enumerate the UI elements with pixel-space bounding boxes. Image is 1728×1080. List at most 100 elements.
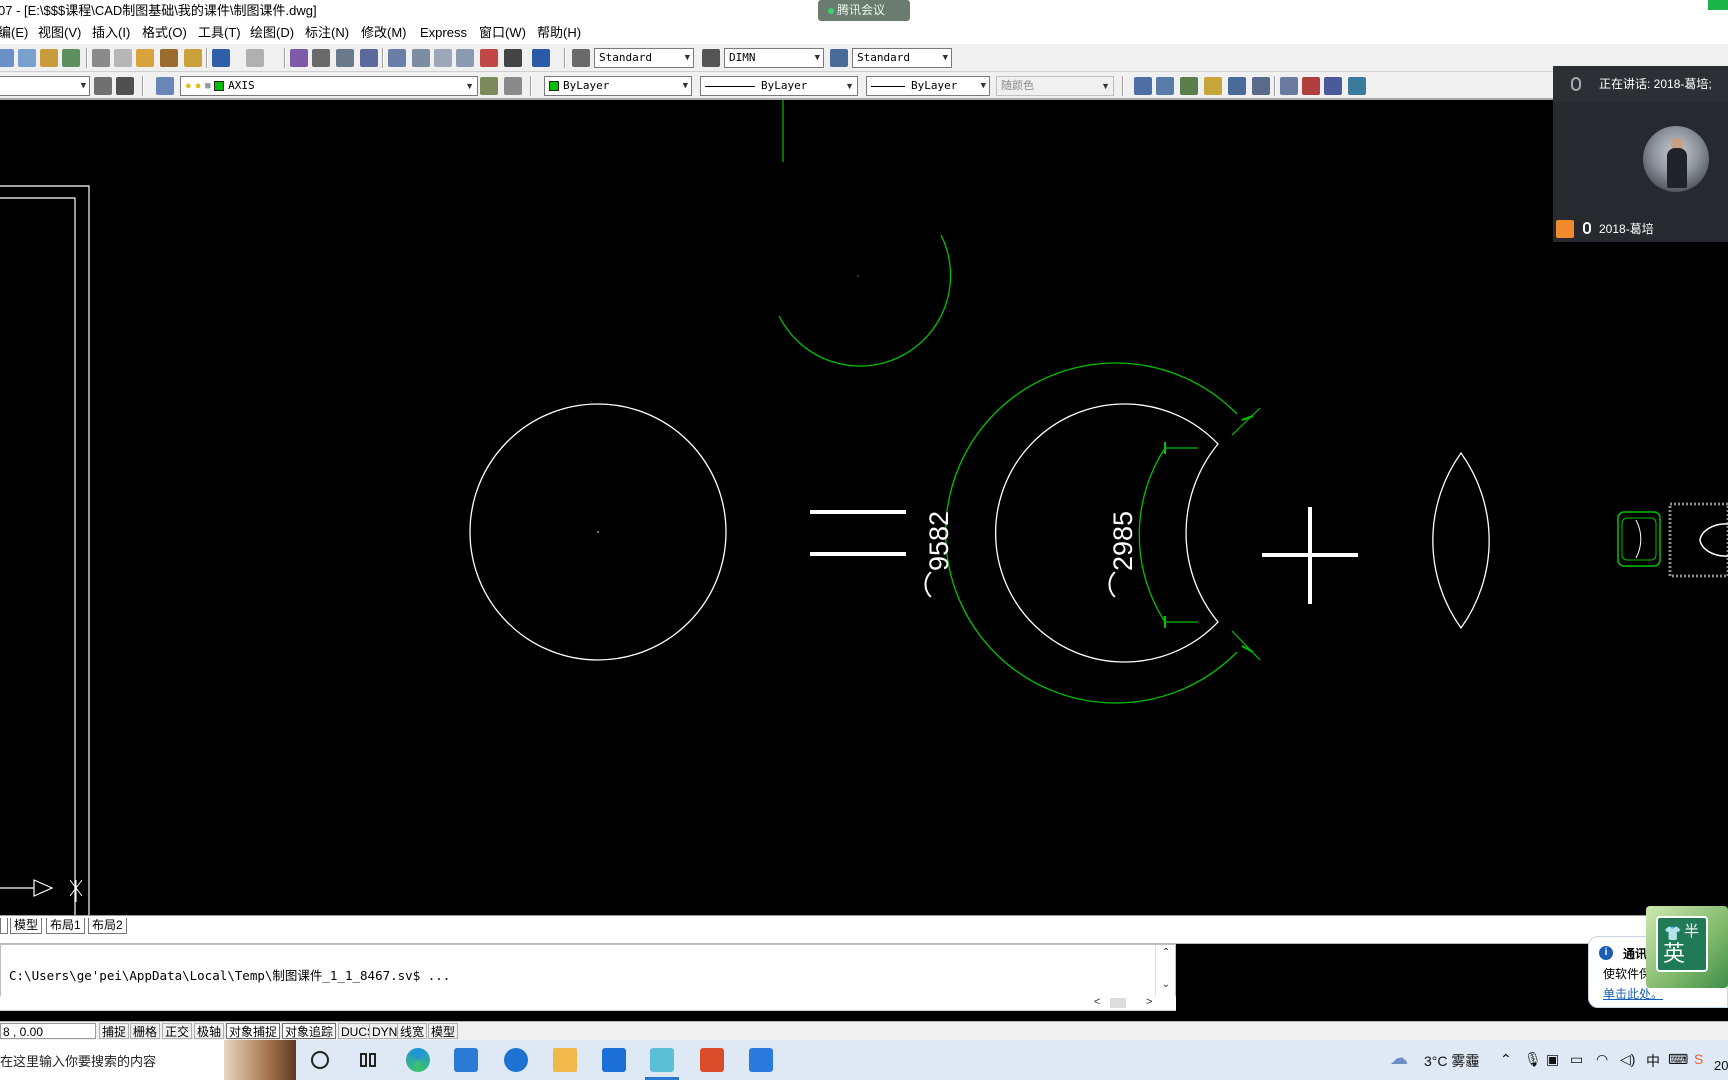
layer-manager-icon[interactable] [156, 77, 174, 95]
meeting-video-panel[interactable]: 正在讲话: 2018-葛培; 2018-葛培 [1553, 66, 1728, 242]
tab-layout1[interactable]: 布局1 [46, 918, 85, 934]
layer-tool-9-icon[interactable] [1324, 77, 1342, 95]
clock[interactable]: 202 [1714, 1058, 1728, 1073]
ime-indicator[interactable]: 中 [1646, 1051, 1660, 1071]
menu-dimension[interactable]: 标注(N) [305, 22, 349, 44]
save-icon[interactable] [18, 49, 36, 67]
block-editor-icon[interactable] [184, 49, 202, 67]
open-icon[interactable] [0, 49, 14, 67]
menu-draw[interactable]: 绘图(D) [250, 22, 294, 44]
menu-insert[interactable]: 插入(I) [92, 22, 130, 44]
keyboard-icon[interactable]: ⌨ [1668, 1051, 1688, 1068]
edge-browser-icon[interactable] [406, 1048, 430, 1072]
paste-icon[interactable] [136, 49, 154, 67]
workspace-select[interactable]: ▼ [0, 76, 90, 96]
tray-mic-icon[interactable]: 🎙 [1524, 1051, 1542, 1068]
menu-tools[interactable]: 工具(T) [198, 22, 241, 44]
scroll-up-icon[interactable]: ⌃ [1156, 947, 1176, 958]
window-control-mark[interactable] [1708, 0, 1728, 10]
zoom-previous-icon[interactable] [360, 49, 378, 67]
copy-icon[interactable] [114, 49, 132, 67]
text-style-icon[interactable] [572, 49, 590, 67]
command-vscroll[interactable]: ⌃ ⌄ [1155, 945, 1175, 1001]
layer-tool-2-icon[interactable] [1156, 77, 1174, 95]
lineweight-select[interactable]: ByLayer ▼ [866, 76, 990, 96]
layer-previous-icon[interactable] [504, 77, 522, 95]
otrack-toggle[interactable]: 对象追踪 [282, 1023, 337, 1039]
tool-palettes-icon[interactable] [434, 49, 452, 67]
layer-tool-5-icon[interactable] [1228, 77, 1246, 95]
ie-browser-icon[interactable] [504, 1048, 528, 1072]
workspace-settings-icon[interactable] [94, 77, 112, 95]
tray-app-icon[interactable]: ▣ [1546, 1051, 1559, 1068]
table-style-icon[interactable] [830, 49, 848, 67]
tab-layout2[interactable]: 布局2 [88, 918, 127, 934]
menu-view[interactable]: 视图(V) [38, 22, 81, 44]
osnap-toggle[interactable]: 对象捕捉 [226, 1023, 281, 1039]
properties-icon[interactable] [388, 49, 406, 67]
dyn-toggle[interactable]: DYN [369, 1023, 401, 1039]
zoom-window-icon[interactable] [336, 49, 354, 67]
color-select[interactable]: ByLayer ▼ [544, 76, 692, 96]
volume-icon[interactable]: ◁) [1620, 1051, 1635, 1068]
table-style-select[interactable]: Standard ▼ [852, 48, 952, 68]
scroll-right-icon[interactable]: > [1146, 996, 1152, 1008]
layer-tool-1-icon[interactable] [1134, 77, 1152, 95]
design-center-icon[interactable] [412, 49, 430, 67]
ime-floating-widget[interactable]: 👕 半 英 [1646, 906, 1728, 988]
weather-text[interactable]: 3°C 雾霾 [1424, 1051, 1479, 1071]
drawing-hscroll[interactable] [0, 935, 1728, 944]
scroll-down-icon[interactable]: ⌄ [1156, 979, 1176, 990]
ortho-toggle[interactable]: 正交 [162, 1023, 193, 1039]
undo-icon[interactable] [212, 49, 230, 67]
match-properties-icon[interactable] [160, 49, 178, 67]
model-toggle[interactable]: 模型 [428, 1023, 459, 1039]
meeting-app-icon[interactable] [602, 1048, 626, 1072]
ime-tile[interactable]: 👕 半 英 [1656, 916, 1708, 972]
menu-express[interactable]: Express [420, 22, 467, 44]
powerpoint-icon[interactable] [700, 1048, 724, 1072]
task-view-icon[interactable] [356, 1048, 380, 1072]
markup-icon[interactable] [480, 49, 498, 67]
layer-tool-8-icon[interactable] [1302, 77, 1320, 95]
scroll-left-icon[interactable]: < [1094, 996, 1100, 1008]
menu-format[interactable]: 格式(O) [142, 22, 187, 44]
tab-model[interactable]: 模型 [10, 918, 43, 934]
dim-style-select[interactable]: DIMN ▼ [724, 48, 824, 68]
workspace-save-icon[interactable] [116, 77, 134, 95]
linetype-select[interactable]: ByLayer ▼ [700, 76, 858, 96]
cortana-icon[interactable] [308, 1048, 332, 1072]
layer-tool-3-icon[interactable] [1180, 77, 1198, 95]
sheet-set-icon[interactable] [456, 49, 474, 67]
layer-select[interactable]: ● ● ■ AXIS ▼ [180, 76, 478, 96]
layer-tool-6-icon[interactable] [1252, 77, 1270, 95]
tab-scroll-left[interactable] [0, 918, 8, 934]
mail-icon[interactable] [454, 1048, 478, 1072]
menu-edit[interactable]: 编(E) [0, 22, 28, 44]
meeting-status-pill[interactable]: 腾讯会议 [818, 0, 910, 21]
polar-toggle[interactable]: 极轴 [194, 1023, 225, 1039]
taskbar-search[interactable]: 在这里输入你要搜索的内容 [0, 1040, 296, 1080]
layer-tool-7-icon[interactable] [1280, 77, 1298, 95]
battery-icon[interactable]: ▭ [1570, 1051, 1583, 1068]
drawing-area[interactable]: ⌒9582 ⌒2985 [0, 100, 1728, 915]
file-explorer-icon[interactable] [553, 1048, 577, 1072]
publish-icon[interactable] [62, 49, 80, 67]
layer-tool-10-icon[interactable] [1348, 77, 1366, 95]
command-window[interactable]: C:\Users\ge'pei\AppData\Local\Temp\制图课件_… [0, 944, 1176, 1001]
wifi-icon[interactable]: ◠ [1596, 1051, 1608, 1068]
menu-window[interactable]: 窗口(W) [479, 22, 526, 44]
text-style-select[interactable]: Standard ▼ [594, 48, 694, 68]
pan-icon[interactable] [290, 49, 308, 67]
make-object-layer-current-icon[interactable] [480, 77, 498, 95]
redo-icon[interactable] [246, 49, 264, 67]
sogou-icon[interactable]: S [1694, 1051, 1703, 1067]
help-icon[interactable] [532, 49, 550, 67]
dim-style-icon[interactable] [702, 49, 720, 67]
command-hscroll[interactable]: < > [0, 996, 1176, 1011]
zoom-realtime-icon[interactable] [312, 49, 330, 67]
menu-modify[interactable]: 修改(M) [361, 22, 407, 44]
calculator-icon[interactable] [504, 49, 522, 67]
layer-tool-4-icon[interactable] [1204, 77, 1222, 95]
lineweight-toggle[interactable]: 线宽 [397, 1023, 428, 1039]
